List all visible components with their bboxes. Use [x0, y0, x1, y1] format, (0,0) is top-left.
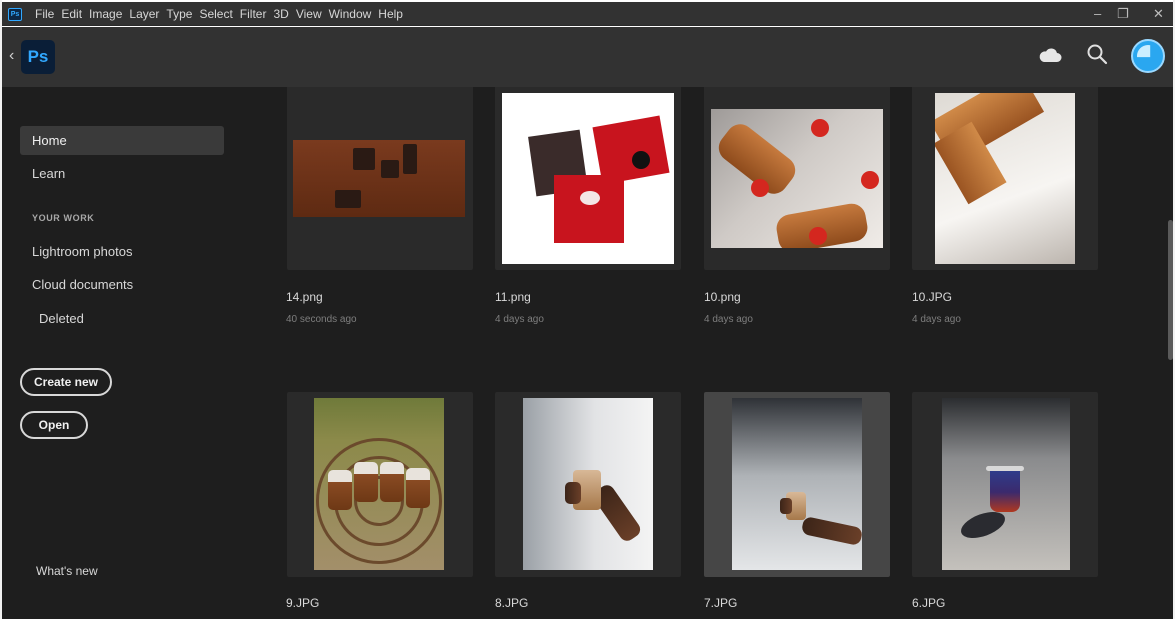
sidebar-item-deleted[interactable]: Deleted: [27, 304, 224, 333]
file-name: 7.JPG: [704, 596, 738, 610]
menu-view[interactable]: View: [296, 7, 322, 21]
menu-image[interactable]: Image: [89, 7, 122, 21]
search-icon[interactable]: [1086, 43, 1108, 65]
menu-filter[interactable]: Filter: [240, 7, 267, 21]
file-card-9jpg[interactable]: [287, 392, 473, 577]
minimize-icon[interactable]: –: [1094, 6, 1101, 22]
sidebar-item-lightroom[interactable]: Lightroom photos: [20, 237, 224, 266]
sidebar-item-cloud-documents[interactable]: Cloud documents: [20, 270, 224, 299]
create-new-button[interactable]: Create new: [20, 368, 112, 396]
chevron-left-icon[interactable]: ‹: [9, 48, 14, 64]
close-icon[interactable]: ✕: [1153, 6, 1164, 22]
app-icon: Ps: [8, 8, 22, 21]
file-name: 6.JPG: [912, 596, 946, 610]
file-card-10jpg[interactable]: [912, 87, 1098, 270]
file-card-10png[interactable]: [704, 87, 890, 270]
file-name: 14.png: [286, 290, 323, 304]
app-header: ‹ Ps: [2, 27, 1173, 87]
file-date: 4 days ago: [704, 314, 753, 325]
open-button[interactable]: Open: [20, 411, 88, 439]
section-label-your-work: YOUR WORK: [32, 213, 95, 223]
whats-new-link[interactable]: What's new: [36, 564, 98, 578]
file-card-6jpg[interactable]: [912, 392, 1098, 577]
file-card-11png[interactable]: [495, 87, 681, 270]
sidebar: Home Learn YOUR WORK Lightroom photos Cl…: [2, 87, 260, 619]
menu-list: File Edit Image Layer Type Select Filter…: [35, 7, 410, 21]
file-date: 4 days ago: [495, 314, 544, 325]
file-thumbnail: [935, 93, 1075, 264]
menu-bar: Ps File Edit Image Layer Type Select Fil…: [2, 2, 1173, 26]
file-date: 40 seconds ago: [286, 314, 357, 325]
cloud-icon[interactable]: [1038, 46, 1062, 64]
restore-icon[interactable]: ❐: [1117, 6, 1129, 22]
file-card-7jpg[interactable]: [704, 392, 890, 577]
avatar[interactable]: [1131, 39, 1165, 73]
scrollbar-thumb[interactable]: [1168, 220, 1173, 360]
file-card-14png[interactable]: [287, 87, 473, 270]
photoshop-logo[interactable]: Ps: [21, 40, 55, 74]
file-thumbnail: [942, 398, 1070, 570]
file-thumbnail: [523, 398, 653, 570]
file-name: 11.png: [495, 290, 531, 304]
menu-type[interactable]: Type: [166, 7, 192, 21]
menu-select[interactable]: Select: [199, 7, 232, 21]
file-name: 10.JPG: [912, 290, 953, 304]
file-name: 9.JPG: [286, 596, 320, 610]
file-date: 4 days ago: [912, 314, 961, 325]
menu-3d[interactable]: 3D: [273, 7, 288, 21]
menu-layer[interactable]: Layer: [129, 7, 159, 21]
recent-files-grid: 14.png 40 seconds ago 11.png 4 days ago …: [260, 87, 1165, 619]
file-thumbnail: [732, 398, 862, 570]
file-thumbnail: [502, 93, 674, 264]
file-name: 10.png: [704, 290, 741, 304]
menu-help[interactable]: Help: [378, 7, 403, 21]
file-card-8jpg[interactable]: [495, 392, 681, 577]
menu-edit[interactable]: Edit: [61, 7, 82, 21]
file-thumbnail: [711, 109, 883, 248]
sidebar-item-learn[interactable]: Learn: [20, 159, 224, 188]
menu-file[interactable]: File: [35, 7, 54, 21]
file-thumbnail: [314, 398, 444, 570]
sidebar-item-home[interactable]: Home: [20, 126, 224, 155]
file-name: 8.JPG: [495, 596, 529, 610]
file-thumbnail: [293, 140, 465, 217]
menu-window[interactable]: Window: [329, 7, 372, 21]
